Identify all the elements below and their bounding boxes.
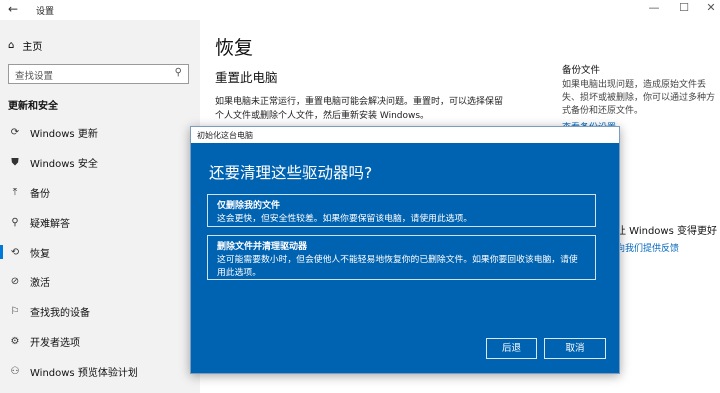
shield-icon: ⛊	[11, 157, 19, 169]
home-label: 主页	[22, 42, 43, 53]
home-nav[interactable]: ⌂ 主页	[8, 38, 42, 53]
sidebar-item-label: 恢复	[30, 248, 50, 260]
maximize-button[interactable]: ☐	[674, 1, 694, 14]
home-icon: ⌂	[8, 40, 15, 51]
update-icon: ⟳	[10, 127, 20, 139]
reset-dialog: 初始化这台电脑 还要清理这些驱动器吗? 仅删除我的文件 这会更快，但安全性较差。…	[190, 126, 620, 374]
sidebar-item-label: 查找我的设备	[30, 308, 90, 320]
option-description: 这可能需要数小时，但会使他人不能轻易地恢复你的已删除文件。如果你要回收该电脑，请…	[217, 255, 578, 278]
sidebar-item-troubleshoot[interactable]: ⚲ 疑难解答	[0, 207, 200, 237]
reset-description: 如果电脑未正常运行，重置电脑可能会解决问题。重置时，可以选择保留个人文件或删除个…	[215, 97, 504, 121]
title-bar: ← 设置 — ☐ ✕	[0, 0, 720, 20]
sidebar-item-label: 开发者选项	[30, 337, 80, 349]
feedback-link[interactable]: 向我们提供反馈	[616, 241, 679, 254]
developer-icon: ⚙	[10, 335, 20, 347]
app-title: 设置	[36, 7, 55, 17]
sidebar-item-label: 备份	[30, 188, 50, 200]
backup-files-title: 备份文件	[562, 65, 601, 76]
back-arrow-icon[interactable]: ←	[8, 2, 18, 16]
backup-files-description: 如果电脑出现问题，造成原始文件丢失、损坏或被删除，你可以通过多种方式备份和还原文…	[562, 80, 716, 116]
sidebar-item-windows-security[interactable]: ⛊ Windows 安全	[0, 148, 200, 178]
sidebar-item-label: Windows 更新	[30, 129, 98, 141]
cancel-button[interactable]: 取消	[544, 338, 606, 359]
wrench-icon: ⚲	[11, 216, 19, 228]
insider-icon: ⚇	[10, 365, 20, 377]
close-button[interactable]: ✕	[701, 1, 720, 14]
option-title: 删除文件并清理驱动器	[217, 242, 308, 252]
nav-list: ⟳ Windows 更新 ⛊ Windows 安全 ⤒ 备份 ⚲ 疑难解答 ⟲ 恢复 ⊘ 激…	[0, 118, 200, 386]
backup-icon: ⤒	[12, 186, 18, 198]
sidebar-item-backup[interactable]: ⤒ 备份	[0, 178, 200, 208]
dialog-title: 初始化这台电脑	[191, 127, 619, 143]
sidebar-item-recovery[interactable]: ⟲ 恢复	[0, 237, 200, 267]
search-icon[interactable]: ⚲	[175, 67, 182, 78]
feedback-heading: 让 Windows 变得更好	[616, 226, 717, 237]
minimize-button[interactable]: —	[644, 1, 664, 14]
sidebar-item-activation[interactable]: ⊘ 激活	[0, 267, 200, 297]
option-title: 仅删除我的文件	[217, 201, 281, 211]
section-title: 更新和安全	[8, 101, 58, 112]
recovery-icon: ⟲	[10, 246, 20, 258]
person-location-icon: ⚐	[10, 306, 20, 318]
sidebar: ⌂ 主页 查找设置 ⚲ 更新和安全 ⟳ Windows 更新 ⛊ Windows 安…	[0, 20, 200, 393]
option-remove-and-clean[interactable]: 删除文件并清理驱动器 这可能需要数小时，但会使他人不能轻易地恢复你的已删除文件。…	[207, 235, 596, 280]
sidebar-item-windows-update[interactable]: ⟳ Windows 更新	[0, 118, 200, 148]
search-input[interactable]: 查找设置 ⚲	[8, 64, 189, 84]
sidebar-item-label: 激活	[30, 278, 50, 290]
sidebar-item-find-my-device[interactable]: ⚐ 查找我的设备	[0, 297, 200, 327]
page-title: 恢复	[215, 37, 254, 59]
reset-pc-heading: 重置此电脑	[215, 70, 278, 85]
sidebar-item-label: Windows 安全	[30, 159, 98, 171]
dialog-heading: 还要清理这些驱动器吗?	[209, 164, 373, 182]
sidebar-item-insider[interactable]: ⚇ Windows 预览体验计划	[0, 356, 200, 386]
sidebar-item-developer[interactable]: ⚙ 开发者选项	[0, 327, 200, 357]
activation-icon: ⊘	[10, 276, 20, 288]
option-remove-files-only[interactable]: 仅删除我的文件 这会更快，但安全性较差。如果你要保留该电脑，请使用此选项。	[207, 194, 596, 227]
sidebar-item-label: 疑难解答	[30, 218, 70, 230]
search-placeholder: 查找设置	[15, 71, 54, 82]
back-button[interactable]: 后退	[486, 338, 537, 359]
sidebar-item-label: Windows 预览体验计划	[30, 367, 138, 379]
option-description: 这会更快，但安全性较差。如果你要保留该电脑，请使用此选项。	[217, 214, 473, 224]
